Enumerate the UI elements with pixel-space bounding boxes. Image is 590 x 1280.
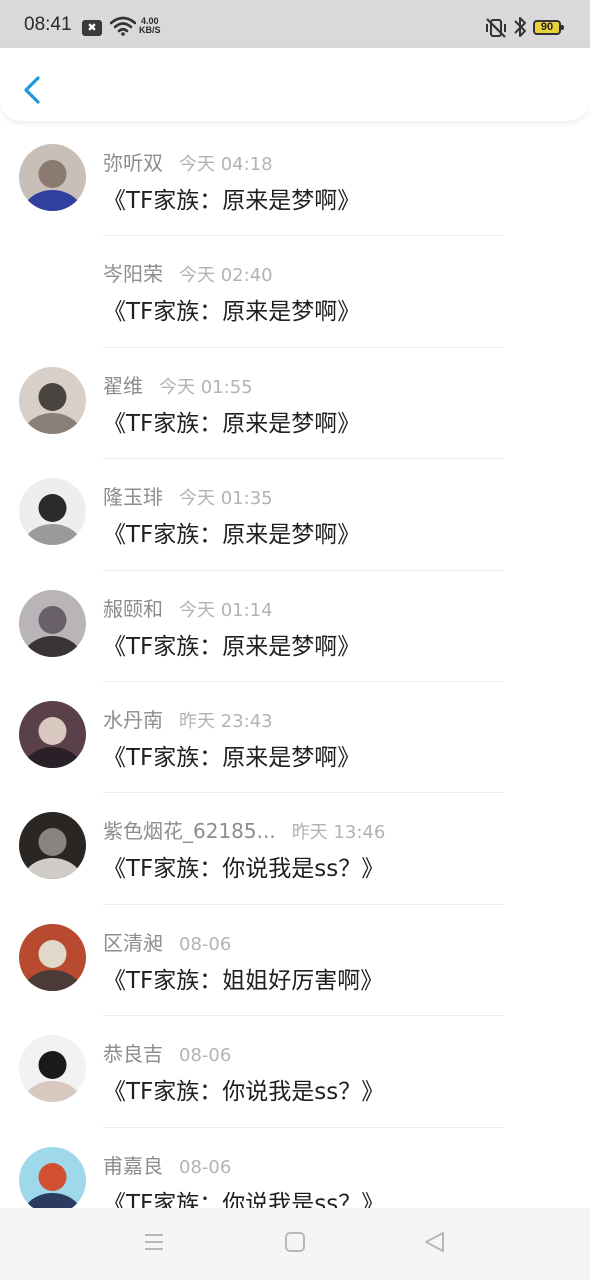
home-icon[interactable] [284, 1230, 306, 1258]
top-bar [0, 48, 590, 121]
timestamp: 今天 01:35 [179, 488, 273, 510]
avatar[interactable] [19, 255, 86, 323]
list-item[interactable]: 赧颐和 今天 01:14 《TF家族：原来是梦啊》 [0, 571, 590, 682]
timestamp: 昨天 13:46 [291, 822, 386, 844]
sender-name: 水丹南 昨天 23:43 [103, 704, 273, 733]
battery-icon: 90 [533, 20, 564, 35]
list-item[interactable]: 水丹南 昨天 23:43 《TF家族：原来是梦啊》 [0, 682, 590, 794]
sender-name-text: 隆玉琲 [103, 485, 163, 510]
timestamp: 今天 01:55 [159, 376, 253, 398]
message-text: 《TF家族：姐姐好厉害啊》 [103, 967, 384, 994]
sender-name: 赧颐和 今天 01:14 [103, 593, 273, 622]
menu-icon[interactable] [143, 1230, 165, 1258]
avatar[interactable] [19, 589, 86, 657]
bluetooth-icon [512, 14, 528, 44]
list-item[interactable]: 隆玉琲 今天 01:35 《TF家族：原来是梦啊》 [0, 459, 590, 571]
avatar[interactable] [19, 1146, 86, 1208]
wifi-icon [109, 16, 137, 40]
message-text: 《TF家族：原来是梦啊》 [103, 410, 361, 437]
message-text: 《TF家族：你说我是ss？》 [103, 1079, 385, 1106]
avatar[interactable] [19, 923, 86, 991]
message-text: 《TF家族：你说我是ss？》 [103, 1190, 385, 1208]
chevron-left-icon [24, 76, 40, 104]
vibrate-mute-icon [484, 16, 508, 44]
list-item[interactable]: 区清昶 08-06 《TF家族：姐姐好厉害啊》 [0, 905, 590, 1017]
timestamp: 今天 04:18 [179, 154, 273, 175]
sender-name-text: 翟维 [103, 373, 143, 398]
list-item[interactable]: 甫嘉良 08-06 《TF家族：你说我是ss？》 [0, 1128, 590, 1208]
sender-name-text: 区清昶 [103, 930, 163, 955]
message-text: 《TF家族：原来是梦啊》 [103, 522, 361, 549]
status-time: 08:41 [24, 14, 72, 35]
sender-name-text: 赧颐和 [103, 596, 163, 621]
sender-name: 翟维 今天 01:55 [103, 370, 253, 399]
list-item[interactable]: 紫色烟花_62185... 昨天 13:46 《TF家族：你说我是ss？》 [0, 793, 590, 905]
avatar[interactable] [19, 366, 86, 434]
sender-name: 甫嘉良 08-06 [103, 1150, 231, 1179]
sender-name-text: 紫色烟花_62185... [103, 819, 276, 844]
net-speed-unit: KB/S [139, 25, 161, 35]
message-text: 《TF家族：原来是梦啊》 [103, 299, 361, 326]
list-item[interactable]: 翟维 今天 01:55 《TF家族：原来是梦啊》 [0, 348, 590, 460]
list-item[interactable]: 恭良吉 08-06 《TF家族：你说我是ss？》 [0, 1016, 590, 1128]
timestamp: 今天 02:40 [179, 265, 273, 287]
list-item[interactable]: 弥听双 今天 04:18 《TF家族：原来是梦啊》 [0, 125, 590, 237]
message-text: 《TF家族：原来是梦啊》 [103, 633, 361, 660]
sender-name-text: 岑阳荣 [103, 262, 163, 287]
notification-icon: ✖ [82, 20, 102, 36]
sender-name: 岑阳荣 今天 02:40 [103, 258, 273, 287]
message-list[interactable]: 弥听双 今天 04:18 《TF家族：原来是梦啊》 岑阳荣 今天 02:40 《TF家族：… [0, 125, 590, 1208]
avatar[interactable] [19, 144, 86, 211]
avatar[interactable] [19, 812, 86, 880]
battery-level: 90 [540, 21, 554, 33]
timestamp: 今天 01:14 [179, 599, 273, 621]
timestamp: 昨天 23:43 [179, 710, 273, 732]
timestamp: 08-06 [179, 1045, 232, 1067]
avatar[interactable] [19, 478, 86, 546]
sender-name: 隆玉琲 今天 01:35 [103, 481, 273, 510]
timestamp: 08-06 [179, 1156, 232, 1178]
avatar[interactable] [19, 1035, 86, 1103]
sender-name-text: 恭良吉 [103, 1042, 163, 1067]
list-item[interactable]: 岑阳荣 今天 02:40 《TF家族：原来是梦啊》 [0, 236, 590, 348]
sender-name: 弥听双 今天 04:18 [103, 147, 273, 176]
sender-name-text: 水丹南 [103, 707, 163, 732]
net-speed: 4.00 KB/S [139, 17, 161, 35]
message-text: 《TF家族：你说我是ss？》 [103, 856, 385, 883]
sender-name-text: 甫嘉良 [103, 1153, 163, 1178]
message-text: 《TF家族：原来是梦啊》 [103, 744, 361, 771]
sender-name: 紫色烟花_62185... 昨天 13:46 [103, 815, 385, 844]
avatar[interactable] [19, 700, 86, 768]
timestamp: 08-06 [179, 933, 232, 955]
sender-name: 恭良吉 08-06 [103, 1038, 231, 1067]
system-nav-bar [0, 1208, 590, 1280]
message-text: 《TF家族：原来是梦啊》 [103, 188, 361, 214]
back-nav-icon[interactable] [423, 1230, 447, 1258]
sender-name-text: 弥听双 [103, 151, 163, 175]
sender-name: 区清昶 08-06 [103, 927, 231, 956]
back-button[interactable] [16, 70, 48, 110]
status-bar: 08:41 ✖ 4.00 KB/S 90 [0, 0, 590, 48]
